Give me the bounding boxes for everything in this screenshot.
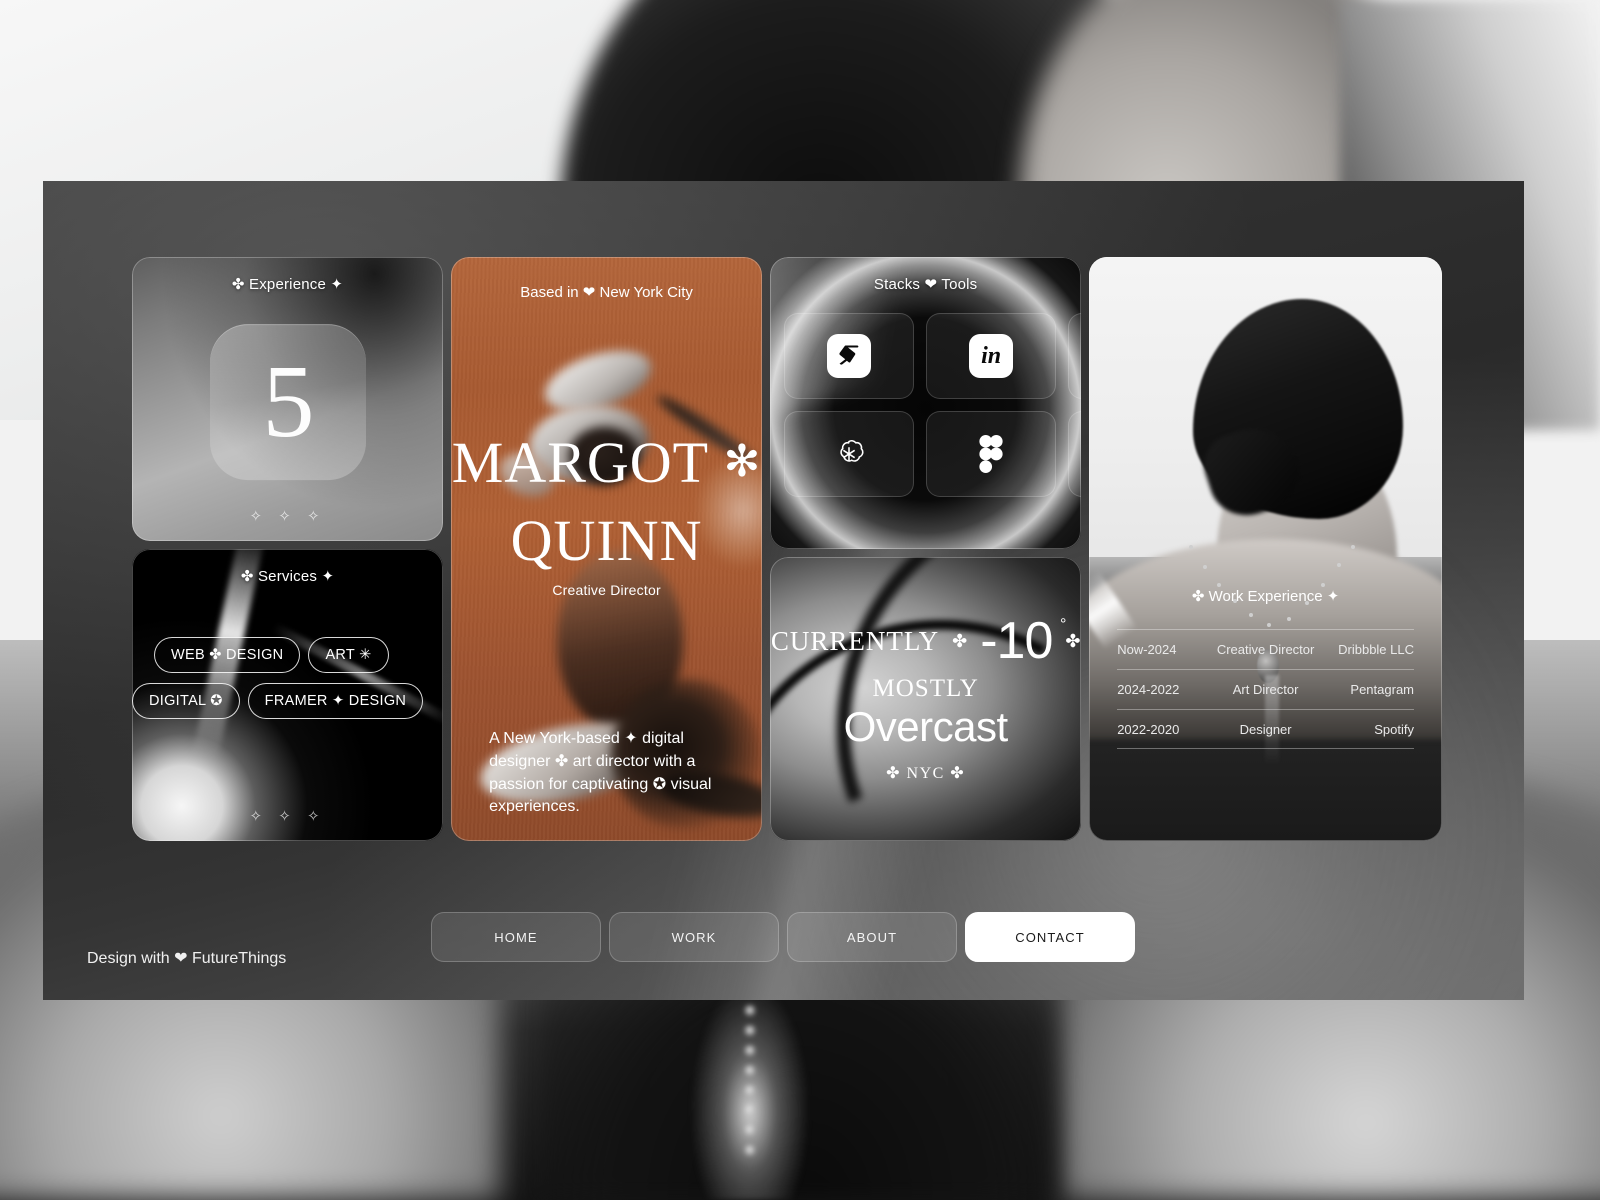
nav-item-work[interactable]: WORK	[609, 912, 779, 962]
weather-location: ✤ NYC ✤	[886, 765, 966, 782]
tool-tile-adobe-xd[interactable]: Xd	[1068, 313, 1082, 399]
grid-column-stacks: Stacks ❤ Tools in Xd	[770, 257, 1082, 841]
experience-card[interactable]: ✤ Experience ✦ 5 ✧ ✧ ✧	[132, 257, 444, 541]
nav-item-contact[interactable]: CONTACT	[965, 912, 1135, 962]
weather-temperature-row: CURRENTLY ✤ -10 ° ✤	[771, 615, 1081, 667]
work-role: Art Director	[1232, 682, 1299, 697]
stacks-tools-card[interactable]: Stacks ❤ Tools in Xd	[770, 257, 1082, 549]
table-row: 2022-2020 Designer Spotify	[1117, 709, 1414, 749]
backdrop-necklace	[690, 980, 810, 1200]
weather-readout: CURRENTLY ✤ -10 ° ✤ MOSTLY Overcast ✤ NYC…	[770, 557, 1081, 841]
nav-item-about[interactable]: ABOUT	[787, 912, 957, 962]
service-pill-framer-design[interactable]: FRAMER ✦ DESIGN	[247, 683, 424, 719]
work-experience-table: Now-2024 Creative Director Dribbble LLC …	[1117, 629, 1414, 749]
work-role: Designer	[1239, 721, 1292, 737]
table-row: Now-2024 Creative Director Dribbble LLC	[1117, 629, 1414, 669]
services-card-label: ✤ Services ✦	[240, 568, 335, 585]
services-pill-list: WEB ✤ DESIGN ART ✳ DIGITAL ✪ FRAMER ✦ DE…	[132, 637, 443, 719]
openai-icon	[827, 432, 871, 476]
portrait-work-card[interactable]: ✤ Work Experience ✦ Now-2024 Creative Di…	[1089, 257, 1442, 841]
weather-mostly-label: MOSTLY	[872, 675, 979, 702]
linkedin-icon: in	[969, 334, 1014, 378]
main-navigation: HOME WORK ABOUT CONTACT	[431, 912, 1135, 962]
service-pill-digital[interactable]: DIGITAL ✪	[132, 683, 240, 719]
grid-column-portrait: ✤ Work Experience ✦ Now-2024 Creative Di…	[1089, 257, 1442, 841]
weather-temperature: -10 °	[980, 612, 1066, 670]
portfolio-frame: ✤ Experience ✦ 5 ✧ ✧ ✧ ✤ Services ✦ WEB …	[43, 181, 1524, 1000]
experience-card-dots: ✧ ✧ ✧	[249, 508, 326, 525]
stacks-tool-grid: in Xd	[784, 313, 1082, 497]
hero-name: MARGOT ✻ QUINN	[451, 430, 762, 573]
work-period: Now-2024	[1117, 642, 1177, 657]
weather-currently-label: CURRENTLY	[770, 625, 940, 656]
hero-bio: A New York-based ✦ digital designer ✤ ar…	[489, 730, 712, 816]
table-row: 2024-2022 Art Director Pentagram	[1117, 669, 1414, 709]
figma-icon	[969, 432, 1013, 476]
degree-icon: °	[1059, 616, 1066, 633]
services-pill-row: WEB ✤ DESIGN ART ✳	[154, 637, 421, 673]
grid-column-hero: Based in ❤ New York City MARGOT ✻ QUINN …	[451, 257, 763, 841]
services-card-dots: ✧ ✧ ✧	[249, 808, 326, 825]
services-pill-row: DIGITAL ✪ FRAMER ✦ DESIGN	[132, 683, 424, 719]
stacks-card-label: Stacks ❤ Tools	[873, 276, 978, 293]
hero-role: Creative Director	[552, 582, 661, 598]
work-period: 2024-2022	[1117, 682, 1180, 697]
tool-tile-openai[interactable]	[784, 411, 915, 497]
experience-years: 5	[262, 344, 315, 460]
service-pill-web-design[interactable]: WEB ✤ DESIGN	[154, 637, 301, 673]
service-pill-art[interactable]: ART ✳	[308, 637, 389, 673]
tool-tile-framer[interactable]	[784, 313, 915, 399]
services-card[interactable]: ✤ Services ✦ WEB ✤ DESIGN ART ✳ DIGITAL …	[132, 549, 444, 841]
nav-item-home[interactable]: HOME	[431, 912, 601, 962]
work-role: Creative Director	[1216, 642, 1315, 657]
work-company: Pentagram	[1350, 682, 1414, 697]
clover-icon-right: ✤	[1065, 630, 1081, 651]
weather-condition: Overcast	[843, 703, 1009, 750]
work-period: 2022-2020	[1117, 721, 1180, 737]
experience-card-label: ✤ Experience ✦	[231, 276, 344, 293]
clover-icon-left: ✤	[952, 630, 968, 651]
hero-flower-icon: ✻	[723, 437, 762, 486]
work-experience-label: ✤ Work Experience ✦	[1191, 588, 1340, 605]
hero-name-first: MARGOT ✻	[451, 430, 762, 495]
hero-location: Based in ❤ New York City	[520, 284, 693, 301]
tool-tile-figma[interactable]	[926, 411, 1057, 497]
work-company: Dribbble LLC	[1338, 642, 1414, 657]
footer-credit: Design with ❤ FutureThings	[87, 950, 287, 967]
tool-tile-sketch[interactable]	[1068, 411, 1082, 497]
grid-column-left: ✤ Experience ✦ 5 ✧ ✧ ✧ ✤ Services ✦ WEB …	[132, 257, 444, 841]
weather-card[interactable]: CURRENTLY ✤ -10 ° ✤ MOSTLY Overcast ✤ NYC…	[770, 557, 1082, 841]
experience-number-tile: 5	[209, 324, 366, 481]
bento-grid: ✤ Experience ✦ 5 ✧ ✧ ✧ ✤ Services ✦ WEB …	[132, 257, 1442, 841]
work-company: Spotify	[1374, 721, 1414, 737]
hero-card[interactable]: Based in ❤ New York City MARGOT ✻ QUINN …	[451, 257, 763, 841]
hero-name-last: QUINN	[510, 507, 703, 573]
framer-icon	[827, 334, 872, 378]
tool-tile-linkedin[interactable]: in	[926, 313, 1057, 399]
